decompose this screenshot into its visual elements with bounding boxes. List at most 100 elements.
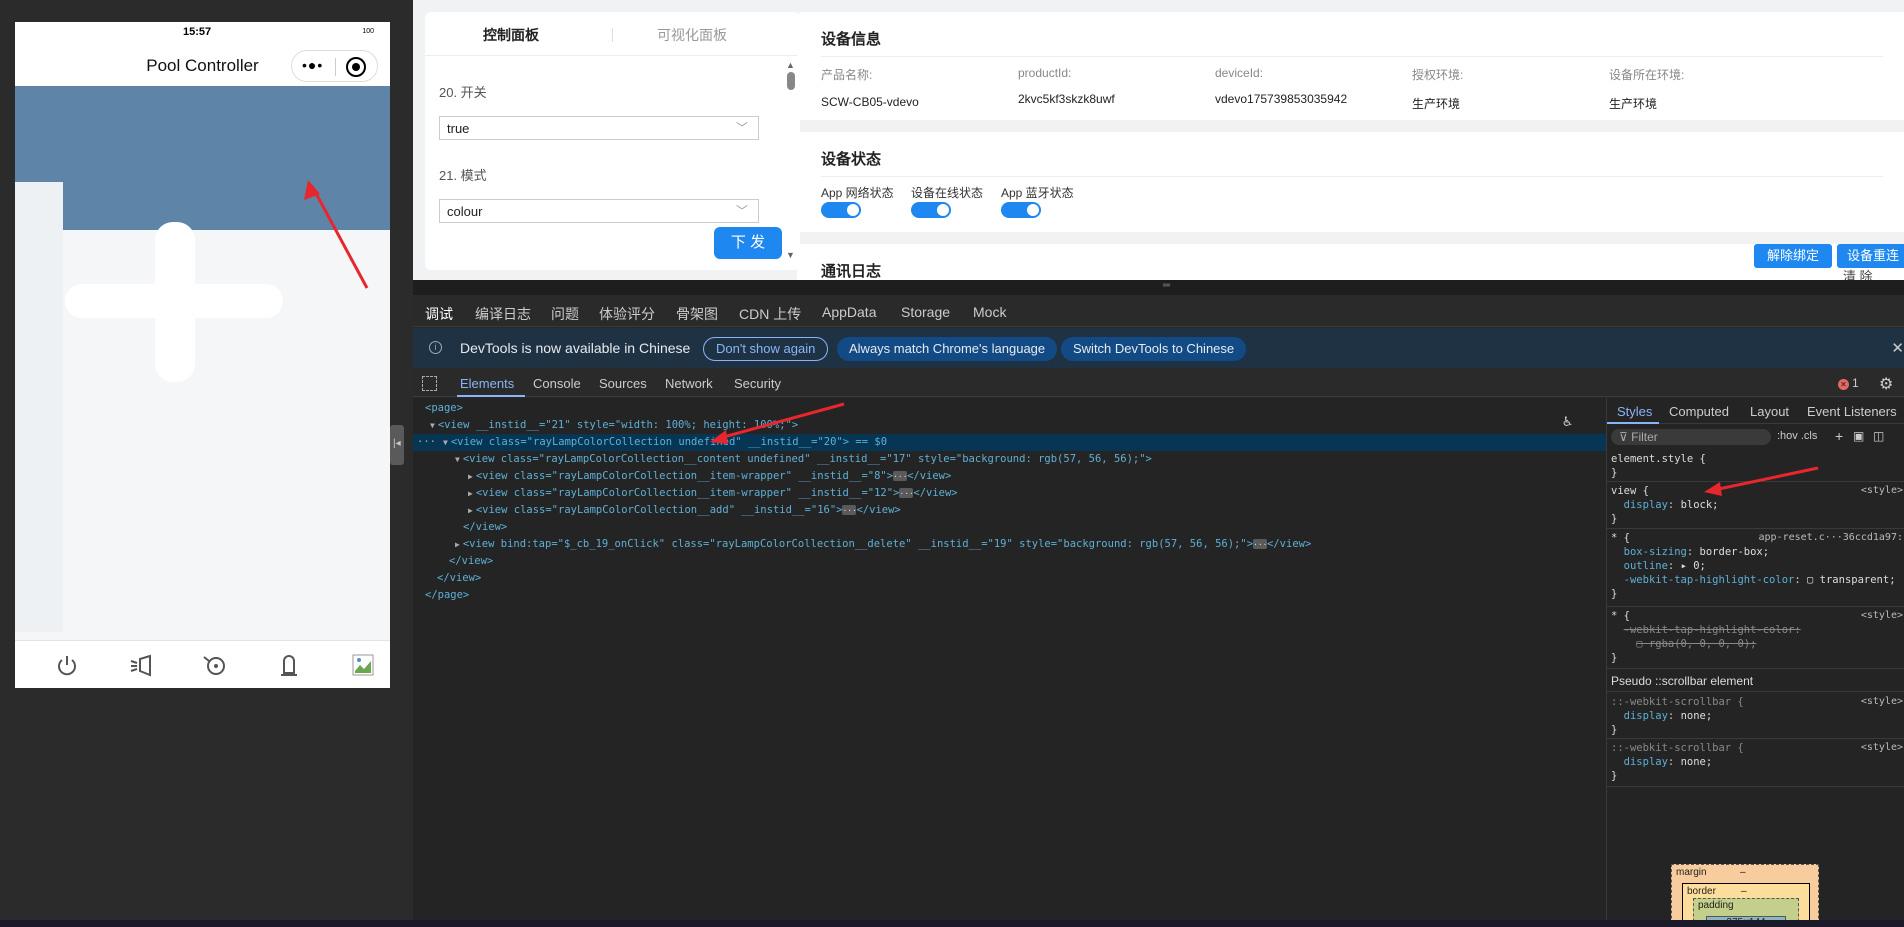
scroll-down-icon[interactable]: ▼ bbox=[786, 250, 795, 260]
more-icon[interactable]: ··· bbox=[417, 434, 436, 451]
tab-debug[interactable]: 调试 bbox=[425, 304, 453, 324]
tab-issues[interactable]: 问题 bbox=[551, 304, 579, 324]
field-key: 产品名称: bbox=[821, 68, 873, 82]
paint-icon[interactable]: ▣ bbox=[1853, 429, 1864, 443]
tab-event-listeners[interactable]: Event Listeners bbox=[1807, 404, 1897, 419]
scroll-thumb[interactable] bbox=[787, 72, 795, 90]
device-online-label: 设备在线状态 bbox=[911, 186, 984, 200]
rule-source[interactable]: <style> bbox=[1861, 695, 1903, 709]
device-id-field: deviceId: vdevo175739853035942 bbox=[1215, 66, 1347, 106]
divider bbox=[1607, 738, 1904, 739]
reset-rule[interactable]: * {app-reset.c···36ccd1a97: box-sizing: … bbox=[1611, 531, 1903, 601]
dont-show-again-button[interactable]: Don't show again bbox=[703, 337, 829, 361]
tab-storage[interactable]: Storage bbox=[901, 304, 950, 320]
gear-icon[interactable]: ⚙ bbox=[1879, 374, 1893, 394]
sidebar-toggle-icon[interactable]: ◫ bbox=[1873, 429, 1884, 443]
close-capsule-icon[interactable] bbox=[346, 57, 366, 77]
collapsed-ellipsis[interactable]: ... bbox=[1253, 539, 1267, 549]
dom-node[interactable]: </view> bbox=[437, 570, 481, 587]
unbind-button[interactable]: 解除绑定 bbox=[1754, 244, 1832, 268]
light-icon[interactable] bbox=[127, 653, 155, 679]
app-bluetooth-toggle[interactable] bbox=[1001, 202, 1041, 218]
bottom-strip bbox=[0, 920, 1904, 927]
element-picker-icon[interactable] bbox=[422, 376, 437, 391]
divider bbox=[1607, 606, 1904, 607]
log-title: 通讯日志 bbox=[821, 263, 882, 280]
rule-source[interactable]: <style> bbox=[1861, 484, 1903, 498]
send-button[interactable]: 下 发 bbox=[714, 227, 782, 259]
rule-source[interactable]: app-reset.c···36ccd1a97: bbox=[1759, 531, 1904, 545]
tab-computed[interactable]: Computed bbox=[1669, 404, 1729, 419]
tab-styles[interactable]: Styles bbox=[1617, 404, 1652, 419]
add-icon-bar[interactable] bbox=[65, 284, 283, 318]
tab-visual-panel[interactable]: 可视化面板 bbox=[657, 25, 727, 45]
device-online-toggle[interactable] bbox=[911, 202, 951, 218]
mode-select[interactable]: colour ﹀ bbox=[439, 199, 759, 223]
divider bbox=[821, 56, 1883, 57]
tab-mock[interactable]: Mock bbox=[973, 304, 1006, 320]
scrollbar-rule[interactable]: ::-webkit-scrollbar {<style> display: no… bbox=[1611, 741, 1903, 783]
control-panel-card: 控制面板 可视化面板 20. 开关 true ﹀ 21. 模式 colour ﹀ ▲… bbox=[425, 12, 800, 270]
dom-node[interactable]: ▶ <view class="rayLampColorCollection__it… bbox=[468, 468, 951, 485]
capsule-divider bbox=[335, 58, 336, 76]
chevron-down-icon: ﹀ bbox=[735, 121, 748, 135]
dom-node-selected[interactable]: ··· ▼ <view class="rayLampColorCollection … bbox=[413, 434, 1606, 451]
match-language-button[interactable]: Always match Chrome's language bbox=[837, 337, 1058, 361]
panel-scrollbar[interactable]: ▲ ▼ bbox=[786, 60, 796, 260]
simulator-screen: 15:57 100 Pool Controller •●• bbox=[15, 22, 390, 688]
close-icon[interactable]: ✕ bbox=[1891, 339, 1904, 357]
collapsed-ellipsis[interactable]: ... bbox=[899, 488, 914, 498]
styles-filter-input[interactable]: ⊽ Filter bbox=[1611, 429, 1771, 445]
device-info-card: 设备信息 产品名称: SCW-CB05-vdevo productId: 2kvc5… bbox=[797, 12, 1904, 120]
power-icon[interactable] bbox=[53, 653, 81, 679]
collapsed-ellipsis[interactable]: ... bbox=[893, 471, 908, 481]
add-rule-icon[interactable]: + bbox=[1835, 428, 1843, 444]
tab-control-panel[interactable]: 控制面板 bbox=[483, 25, 539, 45]
overridden-rule[interactable]: * {<style> -webkit-tap-highlight-color: … bbox=[1611, 609, 1903, 665]
scroll-up-icon[interactable]: ▲ bbox=[786, 60, 795, 70]
filter-row: ⊽ Filter :hov .cls + ▣ ◫ bbox=[1607, 425, 1904, 447]
tab-compile-log[interactable]: 编译日志 bbox=[475, 304, 531, 324]
dom-node[interactable]: </page> bbox=[425, 587, 469, 604]
dom-tree: <page> ▼ <view __instid__="21" style="wid… bbox=[413, 398, 1606, 927]
accessibility-icon[interactable]: ♿ bbox=[1563, 412, 1572, 430]
error-count-badge[interactable]: ✕ 1 bbox=[1838, 376, 1859, 390]
status-time: 15:57 bbox=[183, 26, 212, 38]
divider bbox=[1607, 786, 1904, 787]
dom-node[interactable]: ▶ <view class="rayLampColorCollection__it… bbox=[468, 485, 958, 502]
dom-node[interactable]: <page> bbox=[425, 400, 463, 417]
switch-select[interactable]: true ﹀ bbox=[439, 116, 759, 140]
tab-appdata[interactable]: AppData bbox=[822, 304, 876, 320]
fan-icon[interactable] bbox=[201, 653, 229, 679]
info-icon: i bbox=[429, 341, 442, 354]
tab-cdn-upload[interactable]: CDN 上传 bbox=[739, 304, 801, 324]
dom-node[interactable]: ▶ <view class="rayLampColorCollection__ad… bbox=[468, 502, 901, 519]
scrollbar-rule[interactable]: ::-webkit-scrollbar {<style> display: no… bbox=[1611, 695, 1903, 737]
rule-source[interactable]: <style> bbox=[1861, 741, 1903, 755]
error-icon: ✕ bbox=[1838, 379, 1849, 390]
tab-console[interactable]: Console bbox=[533, 376, 581, 391]
dom-node[interactable]: ▶ <view bind:tap="$_cb_19_onClick" class=… bbox=[455, 536, 1311, 553]
tab-experience-score[interactable]: 体验评分 bbox=[599, 304, 655, 324]
tab-sources[interactable]: Sources bbox=[599, 376, 647, 391]
hov-cls-toggle[interactable]: :hov .cls bbox=[1777, 430, 1817, 442]
more-icon[interactable]: •●• bbox=[302, 57, 323, 73]
dom-node[interactable]: </view> bbox=[449, 553, 493, 570]
collapsed-ellipsis[interactable]: ... bbox=[842, 505, 857, 515]
dom-node[interactable]: </view> bbox=[463, 519, 507, 536]
rule-source[interactable]: <style> bbox=[1861, 609, 1903, 623]
tab-security[interactable]: Security bbox=[734, 376, 781, 391]
resize-handle[interactable]: ═ bbox=[413, 280, 1904, 295]
tab-elements[interactable]: Elements bbox=[460, 376, 514, 391]
tab-layout[interactable]: Layout bbox=[1750, 404, 1789, 419]
collapse-simulator-handle[interactable]: |◂ bbox=[390, 425, 404, 465]
tab-network[interactable]: Network bbox=[665, 376, 713, 391]
pseudo-section-title: Pseudo ::scrollbar element bbox=[1611, 674, 1754, 688]
lamp-icon[interactable] bbox=[275, 653, 303, 679]
clear-log-button[interactable]: 清 除 bbox=[1843, 266, 1873, 280]
tab-skeleton[interactable]: 骨架图 bbox=[676, 304, 718, 324]
reconnect-button[interactable]: 设备重连 bbox=[1837, 244, 1904, 268]
broken-image-icon[interactable] bbox=[349, 653, 377, 679]
app-network-toggle[interactable] bbox=[821, 202, 861, 218]
switch-chinese-button[interactable]: Switch DevTools to Chinese bbox=[1061, 337, 1247, 361]
